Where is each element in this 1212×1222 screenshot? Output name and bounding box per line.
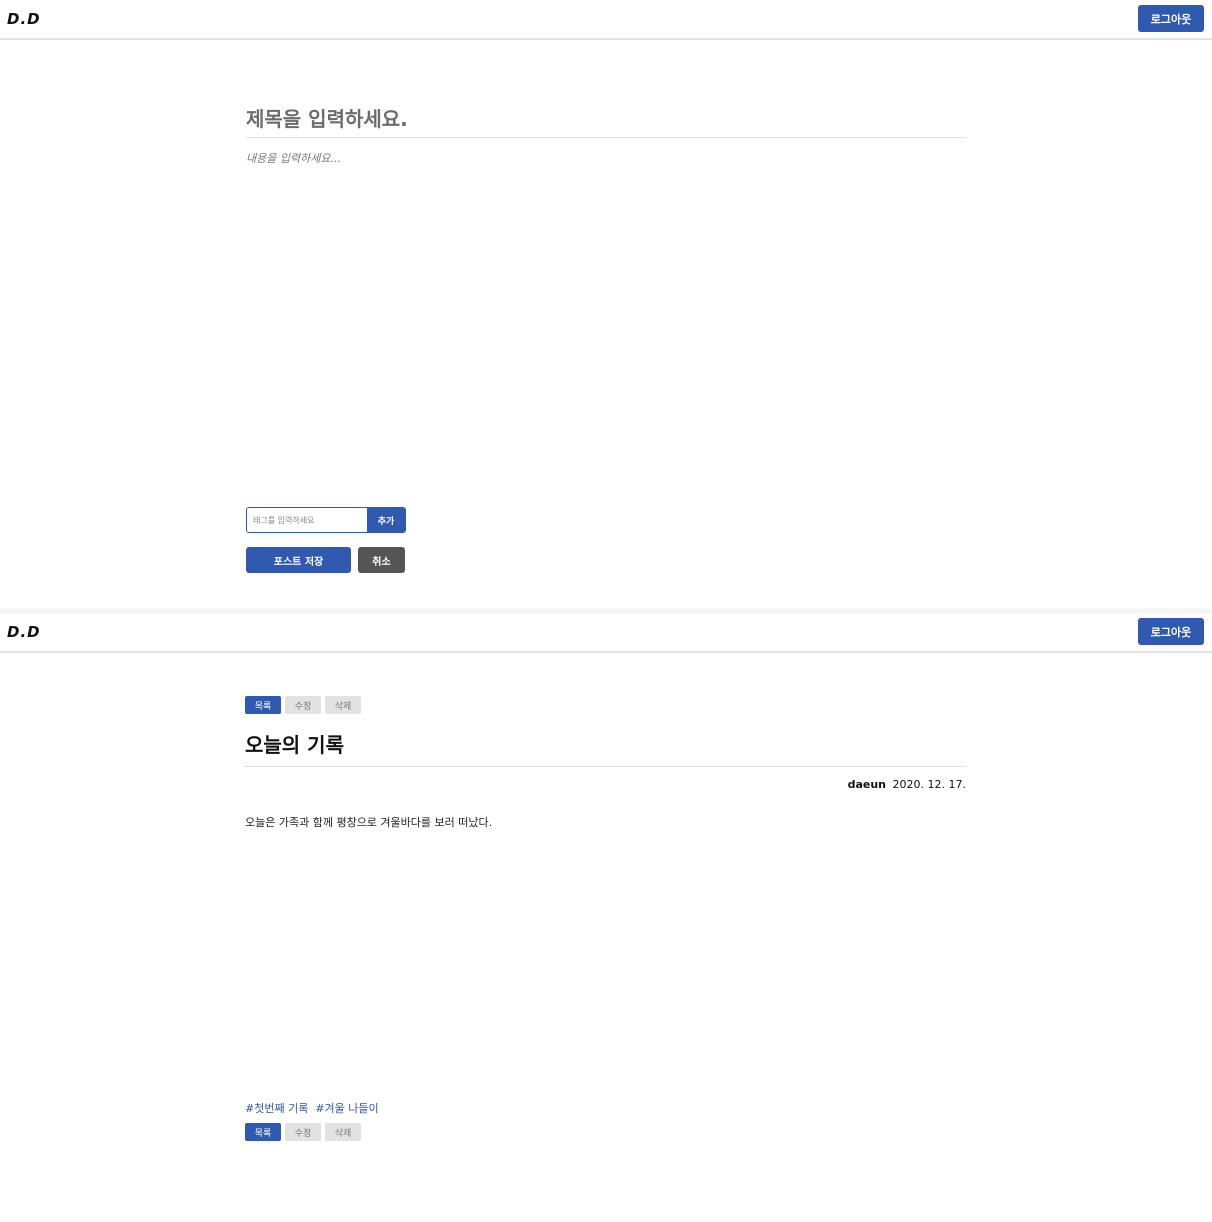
post-page: D.D 로그아웃 목록 수정 삭제 오늘의 기록 daeun 2020. 12.… (0, 613, 1212, 1222)
post-actions-bottom: 목록 수정 삭제 (245, 1123, 361, 1141)
cancel-button[interactable]: 취소 (358, 547, 405, 573)
header: D.D 로그아웃 (0, 613, 1212, 653)
logout-button[interactable]: 로그아웃 (1138, 618, 1204, 645)
tag-input[interactable] (247, 508, 367, 532)
header: D.D 로그아웃 (0, 0, 1212, 40)
tag-link[interactable]: #첫번째 기록 (245, 1100, 308, 1116)
title-input[interactable] (246, 100, 966, 138)
edit-button[interactable]: 수정 (285, 1123, 321, 1141)
delete-button[interactable]: 삭제 (325, 1123, 361, 1141)
logout-button[interactable]: 로그아웃 (1138, 5, 1204, 32)
logo[interactable]: D.D (7, 623, 41, 641)
post-meta: daeun 2020. 12. 17. (848, 778, 966, 791)
list-button[interactable]: 목록 (245, 696, 281, 714)
post-title: 오늘의 기록 (245, 733, 344, 757)
tag-form: 추가 (246, 507, 406, 533)
delete-button[interactable]: 삭제 (325, 696, 361, 714)
post-actions-top: 목록 수정 삭제 (245, 696, 361, 714)
tag-link[interactable]: #겨울 나들이 (315, 1100, 378, 1116)
save-post-button[interactable]: 포스트 저장 (246, 547, 351, 573)
tag-list: #첫번째 기록 #겨울 나들이 (245, 1100, 379, 1116)
title-divider (245, 766, 966, 767)
write-page: D.D 로그아웃 추가 포스트 저장 취소 (0, 0, 1212, 610)
tag-add-button[interactable]: 추가 (367, 508, 405, 532)
post-author: daeun (847, 778, 887, 791)
post-date: 2020. 12. 17. (892, 778, 966, 791)
content-editor[interactable] (246, 150, 966, 490)
list-button[interactable]: 목록 (245, 1123, 281, 1141)
edit-button[interactable]: 수정 (285, 696, 321, 714)
logo[interactable]: D.D (7, 10, 41, 28)
post-body: 오늘은 가족과 함께 평창으로 겨울바다를 보러 떠났다. (245, 816, 493, 829)
